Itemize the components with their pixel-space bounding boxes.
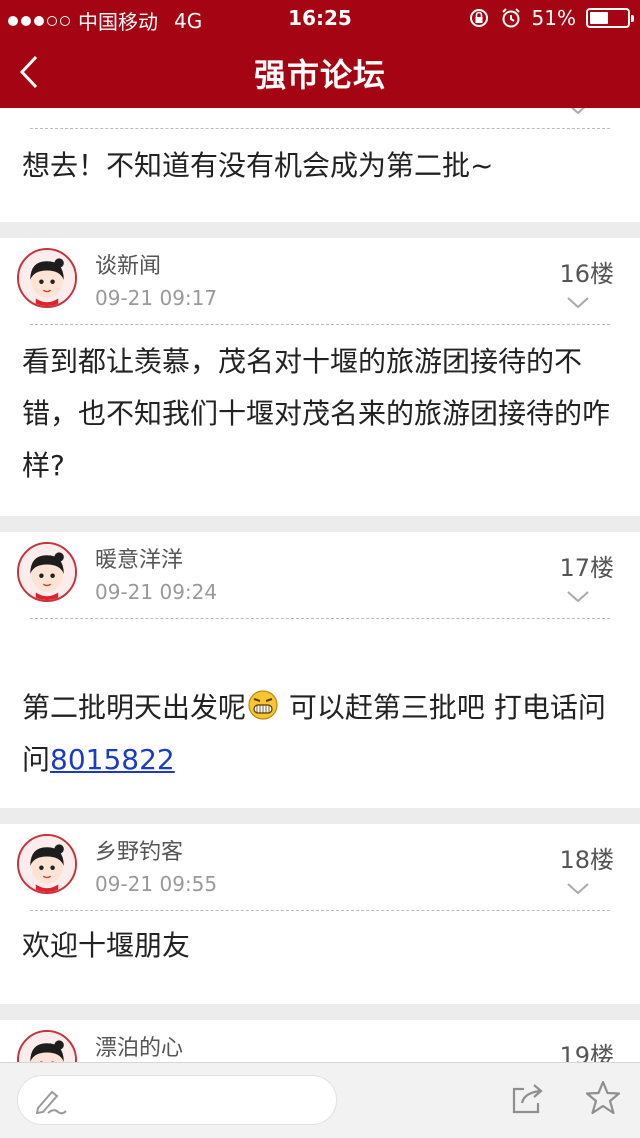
navigation-bar: 强市论坛 xyxy=(0,36,640,108)
post-card: 想去！不知道有没有机会成为第二批~ xyxy=(0,108,640,222)
post-text: 欢迎十堰朋友 xyxy=(22,929,191,962)
post-divider xyxy=(30,618,610,619)
compose-icon xyxy=(35,1090,67,1115)
reply-input[interactable] xyxy=(17,1075,337,1125)
post-divider xyxy=(30,128,610,129)
post-text: 想去！不知道有没有机会成为第二批~ xyxy=(22,149,494,182)
post-divider xyxy=(30,324,610,325)
status-bar: 中国移动 4G 16:25 51% xyxy=(0,0,640,36)
bottom-toolbar xyxy=(0,1062,640,1138)
grin-emoji-icon xyxy=(248,690,278,720)
post-floor-number: 17楼 xyxy=(559,554,614,582)
post-card: 漂泊的心 19楼 xyxy=(0,1020,640,1062)
post-card: 暖意洋洋 09-21 09:24 17楼 第二批明天出发呢 可以赶第三批吧 打电… xyxy=(0,532,640,808)
post-username[interactable]: 谈新闻 xyxy=(95,248,161,280)
chevron-down-icon[interactable] xyxy=(566,108,590,116)
post-card: 乡野钓客 09-21 09:55 18楼 欢迎十堰朋友 xyxy=(0,824,640,1004)
chevron-down-icon[interactable] xyxy=(566,882,590,896)
post-username[interactable]: 暖意洋洋 xyxy=(95,542,183,574)
post-text: 第二批明天出发呢 可以赶第三批吧 打电话问问8015822 xyxy=(22,682,610,786)
phone-link[interactable]: 8015822 xyxy=(50,743,175,776)
post-text-part: 第二批明天出发呢 xyxy=(22,691,247,724)
chevron-down-icon[interactable] xyxy=(566,296,590,310)
star-icon[interactable] xyxy=(584,1079,622,1117)
post-timestamp: 09-21 09:24 xyxy=(95,580,218,604)
post-list[interactable]: 想去！不知道有没有机会成为第二批~ 谈新闻 09-21 09:17 16楼 看到… xyxy=(0,108,640,1062)
post-floor-number: 18楼 xyxy=(559,846,614,874)
alarm-icon xyxy=(501,8,520,28)
post-floor-number: 16楼 xyxy=(559,260,614,288)
post-text: 看到都让羡慕，茂名对十堰的旅游团接待的不错，也不知我们十堰对茂名来的旅游团接待的… xyxy=(22,345,611,482)
battery-icon xyxy=(586,8,634,28)
post-timestamp: 09-21 09:55 xyxy=(95,872,218,896)
share-icon[interactable] xyxy=(508,1079,546,1117)
post-username[interactable]: 乡野钓客 xyxy=(95,834,183,866)
post-divider xyxy=(30,910,610,911)
rotation-lock-icon xyxy=(469,9,488,27)
avatar[interactable] xyxy=(17,542,77,602)
avatar[interactable] xyxy=(17,834,77,894)
post-floor-number: 19楼 xyxy=(559,1042,614,1062)
avatar[interactable] xyxy=(17,248,77,308)
page-title: 强市论坛 xyxy=(253,56,386,94)
post-card: 谈新闻 09-21 09:17 16楼 看到都让羡慕，茂名对十堰的旅游团接待的不… xyxy=(0,238,640,516)
avatar[interactable] xyxy=(17,1030,77,1062)
chevron-down-icon[interactable] xyxy=(566,590,590,604)
post-timestamp: 09-21 09:17 xyxy=(95,286,218,310)
battery-percent: 51% xyxy=(531,6,576,30)
post-username[interactable]: 漂泊的心 xyxy=(95,1030,183,1062)
